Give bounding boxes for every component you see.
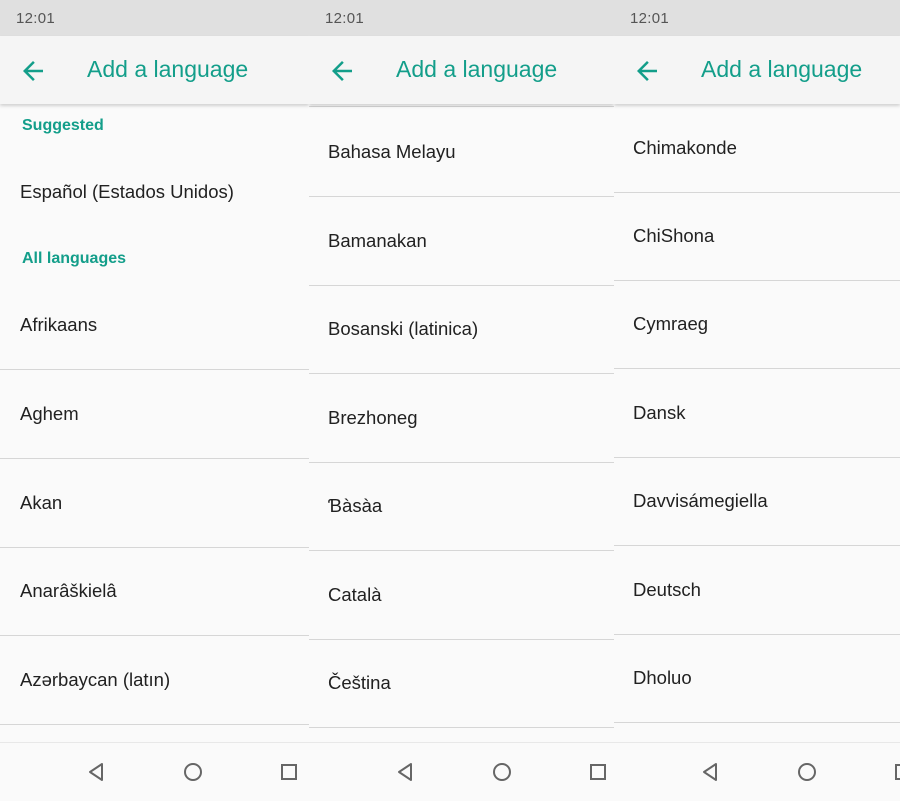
list-item[interactable]: Chimakonde [614,104,900,193]
list-item-suggested[interactable]: Español (Estados Unidos) [0,148,309,236]
app-bar: Add a language [0,36,309,104]
nav-back-button[interactable] [700,761,722,783]
language-label: Bamanakan [328,230,427,251]
list-item[interactable]: Ɓàsàa [309,462,614,551]
nav-home-button[interactable] [182,761,204,783]
arrow-left-icon [332,61,352,81]
list-item[interactable]: Bosanski (latinica) [309,285,614,374]
section-header-suggested: Suggested [22,117,104,134]
language-list[interactable]: Suggested Español (Estados Unidos) All l… [0,104,309,743]
language-label: Cymraeg [633,313,709,334]
language-label: Davvisámegiella [633,490,768,511]
language-label: Afrikaans [20,314,98,335]
language-label: Dansk [633,402,686,423]
list-item[interactable]: Dansk [614,369,900,458]
page-title: Add a language [87,56,249,82]
language-label: ChiShona [633,225,715,246]
nav-recents-button[interactable] [892,761,900,783]
circle-home-icon [184,763,202,781]
language-list[interactable]: Chimakonde ChiShona Cymraeg Dansk Davvis… [614,104,900,743]
status-bar: 12:01 [309,0,614,36]
nav-home-button[interactable] [796,761,818,783]
language-label: Chimakonde [633,137,737,158]
nav-back-button[interactable] [86,761,108,783]
back-button[interactable] [18,56,48,86]
list-item[interactable]: Deutsch [614,546,900,635]
list-item[interactable]: Català [309,551,614,640]
language-label: Čeština [328,672,391,693]
list-item[interactable]: Bahasa Melayu [309,108,614,197]
square-recents-icon [895,764,900,780]
list-item[interactable]: Cymraeg [614,280,900,369]
list-item[interactable]: Aghem [0,370,309,459]
triangle-back-icon [398,763,412,781]
language-label: Español (Estados Unidos) [20,181,234,202]
back-button[interactable] [632,56,662,86]
nav-back-button[interactable] [395,761,417,783]
language-list[interactable]: Bahasa Melayu Bamanakan Bosanski (latini… [309,104,614,743]
screen-1: 12:01 Add a language Suggested Español (… [0,0,309,801]
triangle-back-icon [89,763,103,781]
language-label: Ɓàsàa [328,495,383,516]
page-title: Add a language [701,56,863,82]
language-label: Azərbaycan (latın) [20,669,171,690]
status-bar: 12:01 [0,0,309,36]
list-item[interactable]: Azərbaycan (latın) [0,636,309,725]
nav-recents-button[interactable] [587,761,609,783]
status-time: 12:01 [16,10,56,27]
section-header-all-languages: All languages [22,250,127,267]
list-item[interactable]: Bamanakan [309,197,614,286]
square-recents-icon [281,764,297,780]
screen-3: 12:01 Add a language Chimakonde ChiShona… [614,0,900,801]
app-bar: Add a language [309,36,614,104]
nav-home-button[interactable] [491,761,513,783]
language-label: Dholuo [633,667,692,688]
list-item[interactable]: Akan [0,459,309,548]
language-label: Akan [20,492,63,513]
page-title: Add a language [396,56,558,82]
language-label: Català [328,584,382,605]
list-item[interactable]: Dholuo [614,634,900,723]
navigation-bar [309,742,614,801]
list-item[interactable]: Davvisámegiella [614,457,900,546]
screen-2: 12:01 Add a language Bahasa Melayu Baman… [309,0,614,801]
screenshot-strip: 12:01 Add a language Suggested Español (… [0,0,900,801]
nav-recents-button[interactable] [278,761,300,783]
status-time: 12:01 [630,10,670,27]
status-time: 12:01 [325,10,365,27]
circle-home-icon [493,763,511,781]
arrow-left-icon [23,61,43,81]
status-bar: 12:01 [614,0,900,36]
back-button[interactable] [327,56,357,86]
language-label: Bahasa Melayu [328,141,456,162]
app-bar: Add a language [614,36,900,104]
language-label: Bosanski (latinica) [328,318,479,339]
list-item[interactable]: ChiShona [614,192,900,281]
divider [309,106,614,107]
list-item[interactable]: Čeština [309,639,614,728]
language-label: Brezhoneg [328,407,418,428]
list-item[interactable]: Afrikaans [0,281,309,370]
list-item[interactable]: Brezhoneg [309,374,614,463]
navigation-bar [614,742,900,801]
arrow-left-icon [637,61,657,81]
language-label: Aghem [20,403,79,424]
list-item[interactable]: Anarâškielâ [0,547,309,636]
triangle-back-icon [703,763,717,781]
language-label: Deutsch [633,579,701,600]
circle-home-icon [798,763,816,781]
square-recents-icon [590,764,606,780]
language-label: Anarâškielâ [20,580,117,601]
navigation-bar [0,742,309,801]
